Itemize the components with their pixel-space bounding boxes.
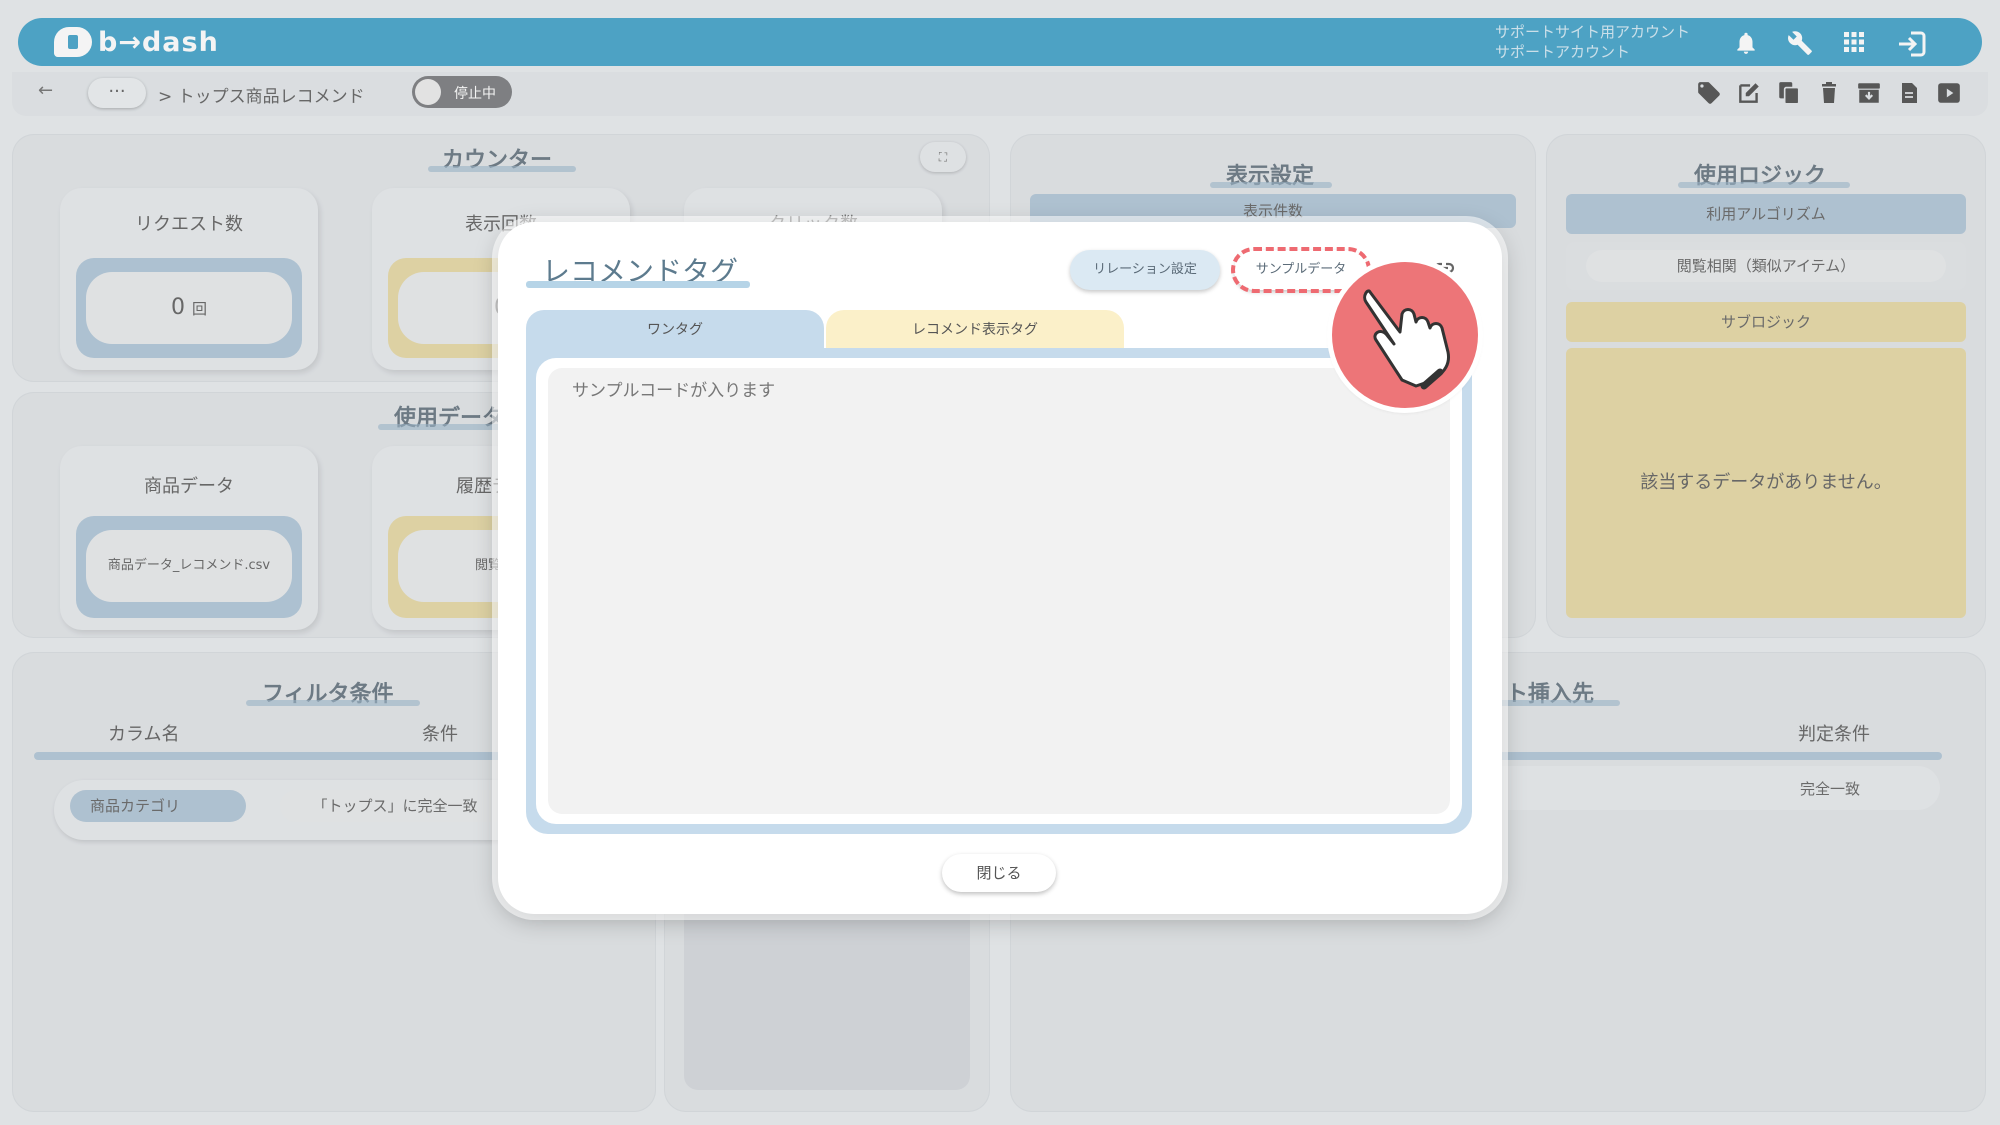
- tab-recommend-display-tag[interactable]: レコメンド表示タグ: [826, 310, 1124, 350]
- relation-settings-button[interactable]: リレーション設定: [1070, 250, 1220, 290]
- tab-one-tag[interactable]: ワンタグ: [526, 310, 824, 350]
- pointing-hand-icon: [1332, 262, 1478, 408]
- code-panel-inner: サンプルコードが入ります: [536, 358, 1462, 824]
- modal-title-underline: [526, 281, 750, 288]
- close-button[interactable]: 閉じる: [942, 854, 1056, 892]
- sample-code-area[interactable]: サンプルコードが入ります: [548, 368, 1450, 814]
- code-panel: サンプルコードが入ります: [526, 348, 1472, 834]
